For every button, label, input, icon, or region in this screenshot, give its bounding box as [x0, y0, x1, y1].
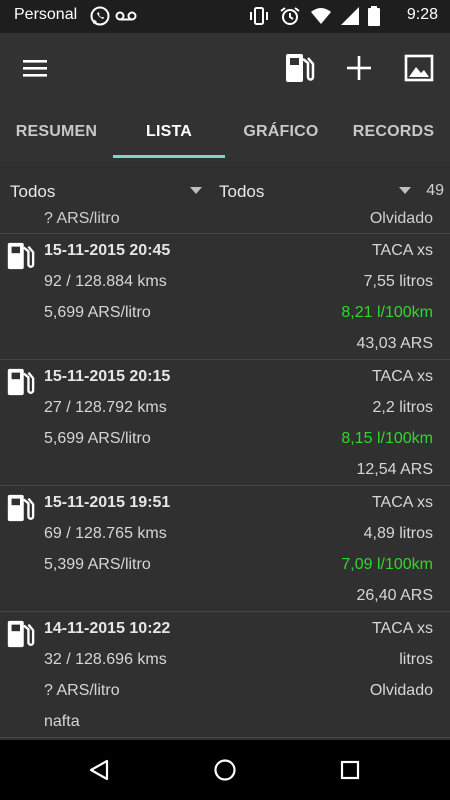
fuel-type: nafta: [44, 713, 80, 730]
distance-odometer: 32 / 128.696 kms: [44, 651, 167, 668]
price-per-liter: 5,699 ARS/litro: [44, 430, 151, 447]
refuel-date: 15-11-2015 20:45: [44, 242, 171, 259]
alarm-icon: [279, 5, 301, 32]
carrier-name: Personal: [14, 6, 78, 23]
fuel-pump-icon: [5, 240, 35, 277]
tab-resumen[interactable]: RESUMEN: [0, 103, 113, 161]
fuel-consumption: 7,09 l/100km: [341, 556, 433, 573]
tab-grafico[interactable]: GRÁFICO: [225, 103, 337, 161]
clock: 9:28: [406, 6, 438, 23]
fuel-filter-dropdown[interactable]: Todos: [219, 182, 264, 202]
tab-records[interactable]: RECORDS: [337, 103, 450, 161]
total-cost: 26,40 ARS: [356, 587, 434, 604]
fuel-consumption: 8,15 l/100km: [341, 430, 433, 447]
app-bar: [0, 33, 450, 103]
price-per-liter: ? ARS/litro: [44, 682, 120, 699]
station-name: TACA xs: [371, 494, 433, 511]
filter-bar: Todos Todos 49: [0, 161, 450, 211]
active-tab-indicator: [113, 155, 225, 158]
distance-odometer: 92 / 128.884 kms: [44, 273, 167, 290]
fuel-pump-icon: [5, 618, 35, 655]
list-item[interactable]: 15-11-2015 20:45 TACA xs 92 / 128.884 km…: [0, 234, 450, 360]
fuel-volume: 4,89 litros: [363, 525, 433, 542]
vehicle-filter-dropdown[interactable]: Todos: [10, 182, 55, 202]
battery-icon: [368, 6, 380, 31]
list-item[interactable]: 15-11-2015 19:51 TACA xs 69 / 128.765 km…: [0, 486, 450, 612]
station-name: TACA xs: [371, 620, 433, 637]
back-icon[interactable]: [86, 757, 112, 783]
distance-odometer: 27 / 128.792 kms: [44, 399, 167, 416]
consumption-status: Olvidado: [369, 682, 433, 699]
signal-icon: [341, 7, 359, 30]
total-cost: 43,03 ARS: [356, 335, 434, 352]
price-per-liter: ? ARS/litro: [44, 211, 120, 227]
fuel-consumption: 8,21 l/100km: [341, 304, 433, 321]
refuel-list[interactable]: ? ARS/litro Olvidado 15-11-2015 20:45 TA…: [0, 211, 450, 740]
refuel-date: 15-11-2015 19:51: [44, 494, 171, 511]
total-cost: 12,54 ARS: [356, 461, 434, 478]
vehicle-filter-chevron-down-icon[interactable]: [190, 187, 202, 194]
station-name: TACA xs: [371, 368, 433, 385]
distance-odometer: 69 / 128.765 kms: [44, 525, 167, 542]
refuel-date: 14-11-2015 10:22: [44, 620, 171, 637]
fuel-volume: litros: [399, 651, 433, 668]
fuel-pump-icon: [5, 366, 35, 403]
fuel-pump-icon: [5, 492, 35, 529]
wifi-icon: [310, 7, 332, 30]
refuel-date: 15-11-2015 20:15: [44, 368, 171, 385]
system-nav-bar: [0, 740, 450, 800]
whatsapp-icon: [89, 5, 111, 32]
price-per-liter: 5,699 ARS/litro: [44, 304, 151, 321]
price-per-liter: 5,399 ARS/litro: [44, 556, 151, 573]
status-bar: Personal 9:28: [0, 0, 450, 33]
add-icon[interactable]: [342, 51, 376, 85]
list-item[interactable]: 15-11-2015 20:15 TACA xs 27 / 128.792 km…: [0, 360, 450, 486]
list-item[interactable]: 14-11-2015 10:22 TACA xs 32 / 128.696 km…: [0, 612, 450, 738]
menu-icon[interactable]: [18, 51, 52, 85]
consumption-status: Olvidado: [369, 211, 433, 227]
tab-lista[interactable]: LISTA: [113, 103, 225, 161]
list-item[interactable]: ? ARS/litro Olvidado: [0, 211, 450, 234]
home-icon[interactable]: [212, 757, 238, 783]
fuel-volume: 2,2 litros: [372, 399, 433, 416]
tab-bar: RESUMEN LISTA GRÁFICO RECORDS: [0, 103, 450, 161]
fuel-pump-icon[interactable]: [282, 51, 316, 85]
station-name: TACA xs: [371, 242, 433, 259]
fuel-filter-chevron-down-icon[interactable]: [399, 187, 411, 194]
entry-count: 49: [426, 182, 444, 199]
recents-icon[interactable]: [337, 757, 363, 783]
fuel-volume: 7,55 litros: [363, 273, 433, 290]
image-icon[interactable]: [402, 51, 436, 85]
voicemail-icon: [115, 9, 137, 28]
vibrate-icon: [248, 5, 270, 32]
